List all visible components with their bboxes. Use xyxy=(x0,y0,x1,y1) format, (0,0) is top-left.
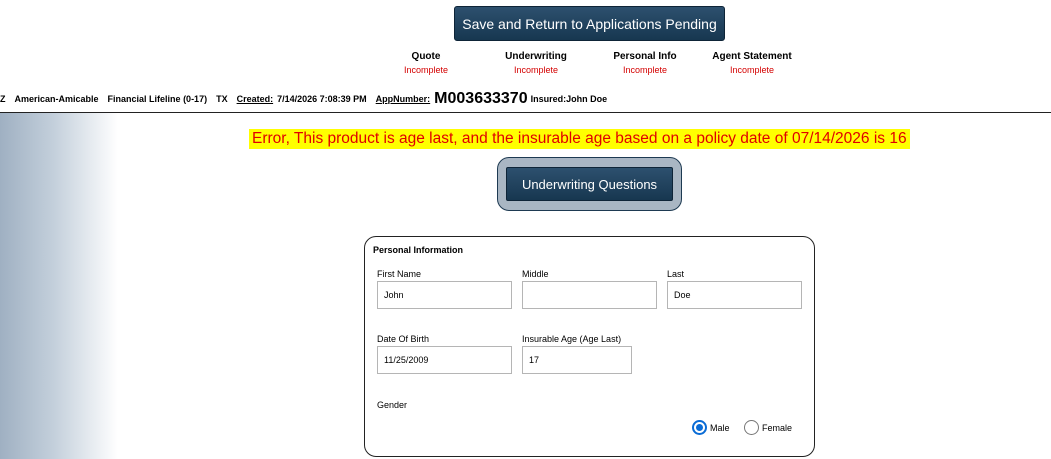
female-label: Female xyxy=(762,422,793,433)
middle-name-input[interactable] xyxy=(522,281,657,309)
first-name-input[interactable]: John xyxy=(377,281,512,309)
step-agent-statement[interactable]: Agent Statement Incomplete xyxy=(692,50,812,78)
step-status: Incomplete xyxy=(729,65,775,75)
personal-information-panel: Personal Information First Name John Mid… xyxy=(364,236,815,457)
product-name: Financial Lifeline (0-17) xyxy=(107,94,208,104)
created-value: 7/14/2026 7:08:39 PM xyxy=(277,94,367,104)
last-name-label: Last xyxy=(667,269,685,279)
underwriting-questions-button[interactable]: Underwriting Questions xyxy=(506,167,673,201)
last-name-input[interactable]: Doe xyxy=(667,281,802,309)
header-divider xyxy=(0,112,1051,113)
step-title: Quote xyxy=(411,51,441,62)
male-label: Male xyxy=(710,422,730,433)
insurable-age-label: Insurable Age (Age Last) xyxy=(522,334,622,344)
carrier-name: American-Amicable xyxy=(14,94,99,104)
step-quote[interactable]: Quote Incomplete xyxy=(366,50,486,78)
step-personal-info[interactable]: Personal Info Incomplete xyxy=(585,50,705,78)
step-status: Incomplete xyxy=(622,65,668,75)
gender-label: Gender xyxy=(377,400,408,410)
step-title: Underwriting xyxy=(505,51,567,62)
dob-input[interactable]: 11/25/2009 xyxy=(377,346,512,374)
application-info-bar: Z American-Amicable Financial Lifeline (… xyxy=(0,89,616,109)
step-status: Incomplete xyxy=(403,65,449,75)
appnumber-value: M003633370 xyxy=(434,90,528,107)
female-radio[interactable] xyxy=(744,420,759,435)
first-name-label: First Name xyxy=(377,269,422,279)
state-code: TX xyxy=(216,94,228,104)
step-underwriting[interactable]: Underwriting Incomplete xyxy=(476,50,596,78)
info-prefix: Z xyxy=(0,94,6,104)
gender-female-option[interactable]: Female xyxy=(744,420,792,435)
insurable-age-input[interactable]: 17 xyxy=(522,346,632,374)
insured-name: Insured:John Doe xyxy=(530,94,608,104)
error-message: Error, This product is age last, and the… xyxy=(249,129,910,149)
middle-name-label: Middle xyxy=(522,269,549,279)
male-radio[interactable] xyxy=(692,420,707,435)
underwriting-questions-frame: Underwriting Questions xyxy=(497,157,682,211)
step-title: Personal Info xyxy=(613,51,677,62)
step-title: Agent Statement xyxy=(712,51,792,62)
dob-label: Date Of Birth xyxy=(377,334,430,344)
created-label: Created: xyxy=(236,94,274,104)
gender-male-option[interactable]: Male xyxy=(692,420,730,435)
panel-title: Personal Information xyxy=(373,245,464,255)
left-gradient-decoration xyxy=(0,113,118,459)
appnumber-label: AppNumber: xyxy=(375,94,431,104)
step-status: Incomplete xyxy=(513,65,559,75)
save-and-return-button[interactable]: Save and Return to Applications Pending xyxy=(454,6,725,41)
